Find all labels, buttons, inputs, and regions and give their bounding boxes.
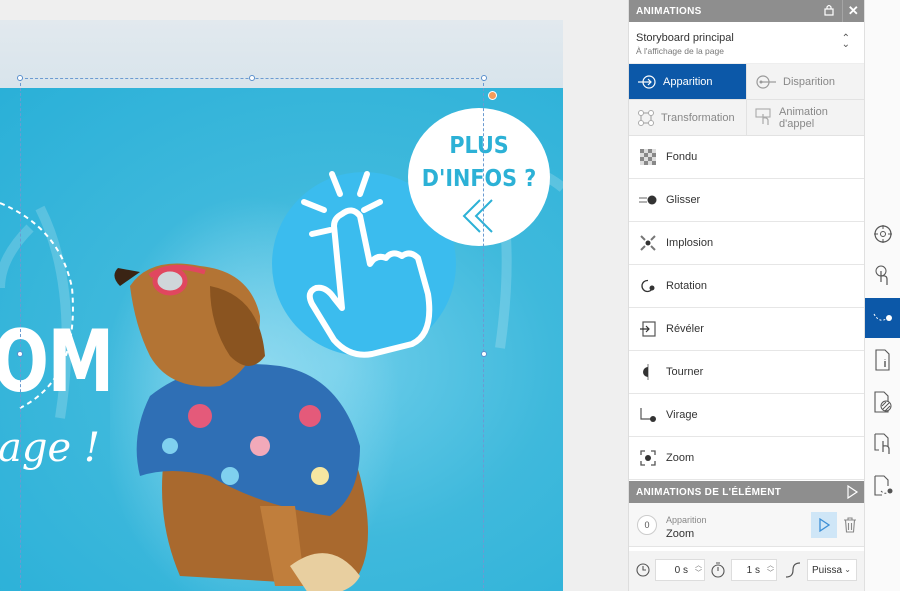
anim-item-reveler[interactable]: Révéler: [629, 308, 864, 351]
anim-item-implosion[interactable]: Implosion: [629, 222, 864, 265]
design-canvas[interactable]: OM age ! PLUS D'INFOS ?: [0, 0, 628, 591]
delay-stepper[interactable]: ︿ ﹀: [695, 562, 702, 578]
anim-item-tourner[interactable]: Tourner: [629, 351, 864, 394]
turn-icon: [639, 363, 657, 381]
tab-disparition[interactable]: Disparition: [747, 64, 865, 100]
animation-order-badge: 0: [637, 515, 657, 535]
animations-panel: ANIMATIONS ✕ Storyboard principal À l'af…: [628, 0, 865, 591]
anim-label: Implosion: [666, 237, 714, 249]
storyboard-name: Storyboard principal: [636, 32, 734, 44]
curve-icon: [639, 406, 657, 424]
duration-stopwatch-icon: [711, 562, 725, 578]
info-bubble-text[interactable]: PLUS D'INFOS ?: [415, 130, 543, 196]
delay-input[interactable]: 0 s ︿ ﹀: [655, 559, 705, 581]
tab-transformation[interactable]: Transformation: [629, 100, 747, 136]
easing-curve-icon: [785, 562, 801, 578]
reveal-icon: [639, 320, 657, 338]
page-background-top: [0, 20, 563, 88]
exit-arrow-icon: [756, 74, 776, 89]
animation-category: Apparition: [666, 515, 707, 525]
tool-layer-texture[interactable]: [865, 382, 900, 422]
animation-list: Fondu Glisser Implosion Rotation Révéler: [629, 136, 864, 480]
storyboard-selector[interactable]: Storyboard principal À l'affichage de la…: [629, 22, 864, 64]
chevron-updown-icon: ⌃ ⌄: [841, 33, 850, 50]
page-info-icon: [875, 349, 890, 371]
anim-label: Glisser: [666, 194, 701, 206]
anim-item-fondu[interactable]: Fondu: [629, 136, 864, 179]
duration-input[interactable]: 1 s ︿ ﹀: [731, 559, 777, 581]
tab-label: Disparition: [783, 75, 835, 88]
page-motion-icon: [874, 475, 893, 496]
panel-header: ANIMATIONS ✕: [629, 0, 864, 22]
tab-label: Apparition: [663, 75, 713, 88]
close-icon[interactable]: ✕: [842, 0, 864, 22]
slide-icon: [639, 191, 657, 209]
anim-item-glisser[interactable]: Glisser: [629, 179, 864, 222]
anim-label: Rotation: [666, 280, 707, 292]
anim-item-rotation[interactable]: Rotation: [629, 265, 864, 308]
info-line-1: PLUS: [449, 133, 509, 159]
tool-motion-path[interactable]: [865, 298, 900, 338]
duration-stepper[interactable]: ︿ ﹀: [767, 562, 774, 578]
chevron-left-icon: [462, 199, 493, 233]
timing-controls: 0 s ︿ ﹀ 1 s ︿ ﹀ Puissa ⌄: [629, 551, 865, 591]
layer-texture-icon: [874, 391, 892, 413]
fade-icon: [639, 148, 657, 166]
anim-item-virage[interactable]: Virage: [629, 394, 864, 437]
tool-target[interactable]: [865, 214, 900, 254]
enter-arrow-icon: [638, 74, 656, 89]
right-toolbar: [864, 0, 900, 591]
easing-select[interactable]: Puissa ⌄: [807, 559, 857, 581]
easing-value: Puissa: [812, 564, 843, 576]
target-icon: [874, 225, 892, 243]
zoom-icon: [639, 449, 657, 467]
rotate-handle[interactable]: [488, 91, 497, 100]
headline-text[interactable]: OM: [0, 312, 114, 412]
transform-icon: [638, 109, 654, 126]
play-all-icon[interactable]: [845, 485, 859, 499]
play-icon: [819, 518, 830, 532]
tab-label: Animation d'appel: [779, 106, 828, 130]
storyboard-trigger: À l'affichage de la page: [636, 46, 724, 56]
element-animations-header: ANIMATIONS DE L'ÉLÉMENT: [629, 481, 865, 503]
tool-page-touch[interactable]: [865, 424, 900, 464]
tool-tap-hand[interactable]: [865, 256, 900, 296]
tab-label-line1: Animation: [779, 105, 828, 118]
anim-label: Tourner: [666, 366, 704, 378]
tab-apparition[interactable]: Apparition: [629, 64, 747, 100]
anim-label: Fondu: [666, 151, 698, 163]
element-animation-item[interactable]: 0 Apparition Zoom: [629, 503, 865, 547]
tap-hand-icon: [875, 265, 888, 285]
script-subtitle-text[interactable]: age !: [0, 425, 100, 471]
tool-page-motion[interactable]: [865, 466, 900, 506]
delay-value: 0 s: [674, 564, 688, 576]
anim-item-zoom[interactable]: Zoom: [629, 437, 864, 480]
animation-name: Zoom: [666, 528, 695, 540]
anim-label: Zoom: [666, 452, 695, 464]
duration-value: 1 s: [746, 564, 760, 576]
info-line-2: D'INFOS ?: [421, 166, 537, 192]
tool-page-info[interactable]: [865, 340, 900, 380]
rotation-icon: [639, 277, 657, 295]
element-animations-title: ANIMATIONS DE L'ÉLÉMENT: [636, 486, 782, 498]
preview-play-button[interactable]: [811, 512, 837, 538]
delay-clock-icon: [636, 563, 650, 577]
tab-label-line2: d'appel: [779, 117, 815, 130]
lock-icon[interactable]: [824, 4, 834, 16]
page-touch-icon: [874, 433, 890, 454]
anim-label: Révéler: [666, 323, 704, 335]
tab-animation-appel[interactable]: Animation d'appel: [747, 100, 865, 136]
tap-hand-icon: [755, 107, 771, 125]
implosion-icon: [639, 234, 657, 252]
animation-type-tabs: Apparition Disparition Transformation An…: [629, 64, 865, 136]
chevron-down-icon: ⌄: [844, 565, 851, 574]
tab-label: Transformation: [661, 111, 735, 124]
panel-title: ANIMATIONS: [636, 5, 702, 17]
anim-label: Virage: [666, 409, 698, 421]
trash-icon[interactable]: [843, 517, 857, 533]
motion-path-icon: [873, 313, 892, 321]
